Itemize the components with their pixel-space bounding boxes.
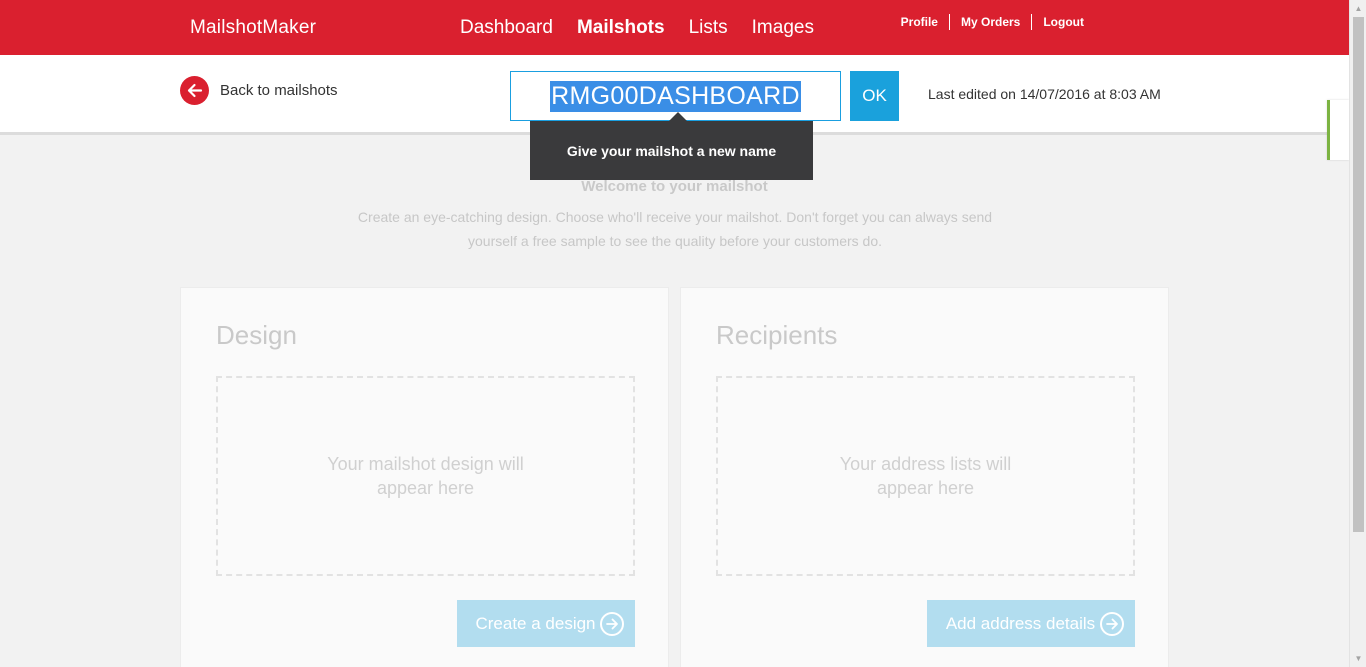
nav-dashboard[interactable]: Dashboard	[460, 17, 553, 39]
scroll-up-arrow-icon[interactable]: ▲	[1350, 0, 1366, 17]
brand-logo[interactable]: MailshotMaker	[190, 17, 316, 39]
vertical-scrollbar[interactable]: ▲ ▼	[1349, 0, 1366, 667]
design-card-title: Design	[216, 320, 297, 350]
welcome-text: Create an eye-catching design. Choose wh…	[357, 209, 993, 249]
scroll-down-arrow-icon[interactable]: ▼	[1350, 650, 1366, 667]
recipients-card-title: Recipients	[716, 320, 838, 350]
back-label: Back to mailshots	[220, 82, 338, 99]
logout-link[interactable]: Logout	[1043, 15, 1084, 29]
recipients-placeholder-text: Your address lists will appear here	[839, 454, 1012, 498]
back-to-mailshots-link[interactable]: Back to mailshots	[180, 76, 338, 105]
create-design-button[interactable]: Create a design	[457, 600, 635, 647]
ok-button[interactable]: OK	[850, 71, 899, 121]
design-card: Design Your mailshot design will appear …	[180, 287, 669, 667]
scrollbar-thumb[interactable]	[1353, 17, 1364, 532]
top-navigation-bar: MailshotMaker Dashboard Mailshots Lists …	[0, 0, 1349, 55]
feedback-tab[interactable]	[1327, 100, 1349, 160]
add-address-details-label: Add address details	[945, 613, 1096, 633]
create-design-label: Create a design	[475, 613, 596, 633]
welcome-title: Welcome to your mailshot	[581, 178, 768, 195]
arrow-right-icon	[600, 611, 624, 636]
account-links: Profile My Orders Logout	[901, 14, 1084, 30]
recipients-placeholder-area: Your address lists will appear here	[716, 376, 1135, 576]
profile-link[interactable]: Profile	[901, 15, 938, 29]
mailshot-name-selected-text: RMG00DASHBOARD	[550, 80, 801, 112]
nav-mailshots[interactable]: Mailshots	[577, 17, 665, 39]
divider	[948, 14, 950, 30]
last-edited-timestamp: Last edited on 14/07/2016 at 8:03 AM	[928, 86, 1161, 102]
nav-lists[interactable]: Lists	[689, 17, 728, 39]
design-placeholder-area: Your mailshot design will appear here	[216, 376, 635, 576]
recipients-card: Recipients Your address lists will appea…	[680, 287, 1169, 667]
add-address-details-button[interactable]: Add address details	[927, 600, 1135, 647]
main-nav: Dashboard Mailshots Lists Images	[460, 17, 838, 39]
my-orders-link[interactable]: My Orders	[961, 15, 1020, 29]
back-arrow-icon	[180, 76, 209, 105]
nav-images[interactable]: Images	[752, 17, 814, 39]
design-placeholder-text: Your mailshot design will appear here	[327, 454, 524, 498]
arrow-right-icon	[1100, 611, 1124, 636]
rename-tooltip: Give your mailshot a new name	[530, 112, 813, 180]
divider	[1031, 14, 1033, 30]
